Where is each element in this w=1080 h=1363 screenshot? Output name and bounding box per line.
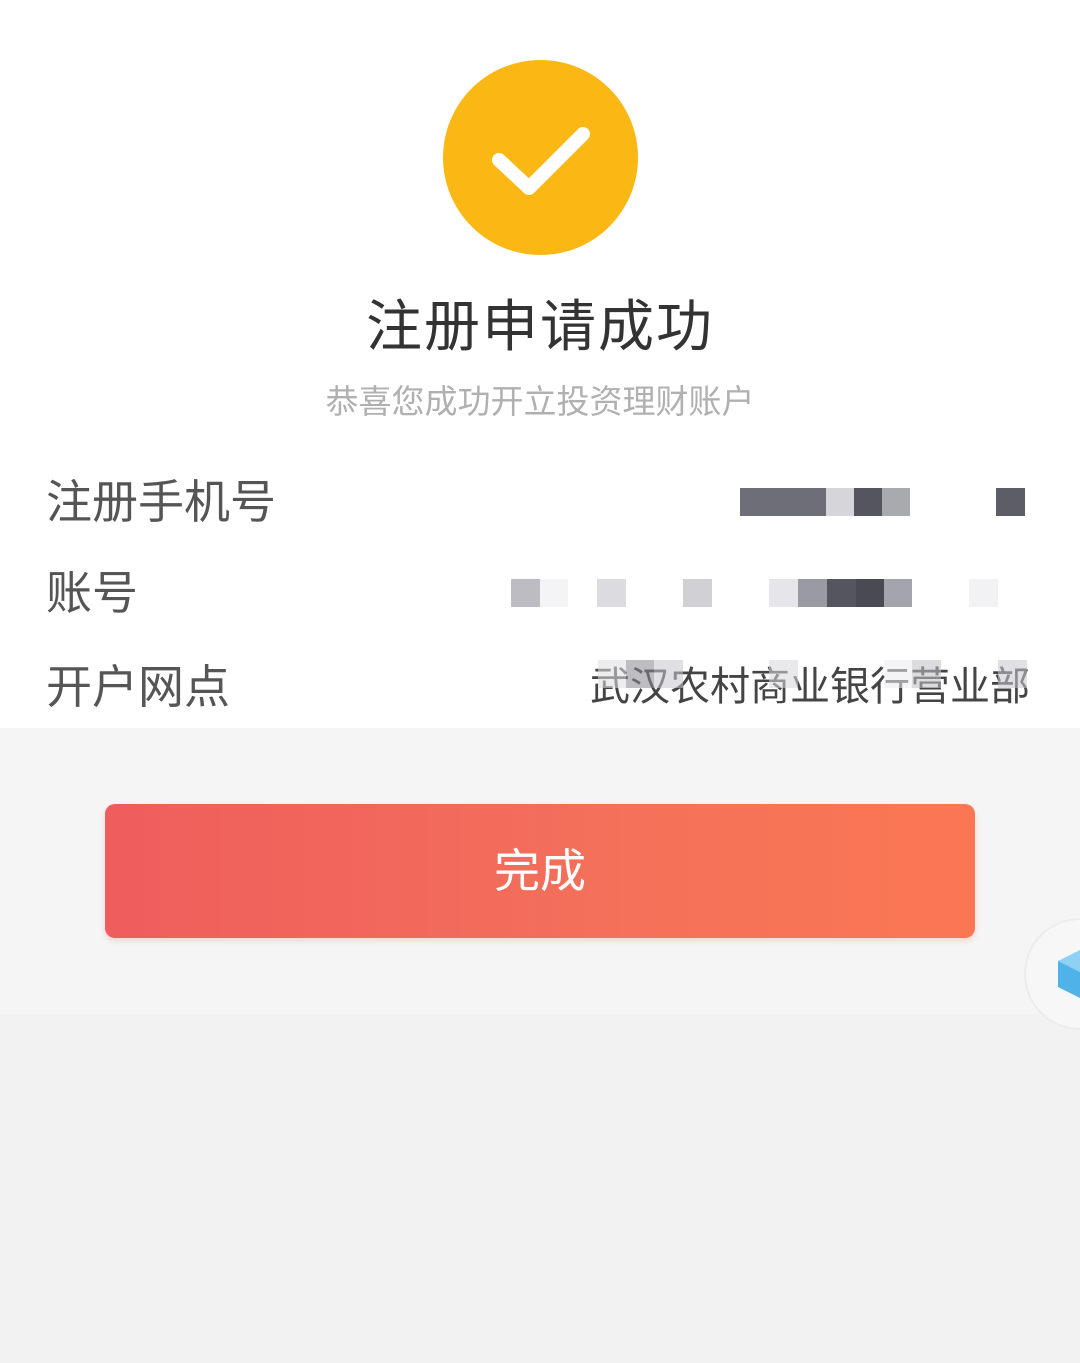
branch-label: 开户网点	[46, 660, 230, 714]
phone-label: 注册手机号	[46, 475, 276, 529]
page-subtitle: 恭喜您成功开立投资理财账户	[325, 382, 755, 421]
result-card: 注册申请成功 恭喜您成功开立投资理财账户 注册手机号 账号 开户网点 武汉农村商…	[0, 0, 1080, 728]
account-label: 账号	[46, 566, 138, 620]
info-row-phone: 注册手机号	[0, 467, 1080, 537]
info-row-account: 账号	[0, 558, 1080, 628]
branch-value-mask-overlay	[598, 660, 1027, 688]
info-row-branch: 开户网点 武汉农村商业银行营业部	[0, 652, 1080, 722]
page-title: 注册申请成功	[366, 295, 714, 360]
action-area: 完成	[0, 728, 1080, 1014]
done-button[interactable]: 完成	[105, 804, 975, 938]
phone-value-masked	[740, 488, 1025, 516]
checkmark-circle-icon	[443, 60, 638, 255]
cube-icon	[1058, 950, 1080, 998]
account-value-masked	[511, 579, 998, 607]
registration-success-page: 注册申请成功 恭喜您成功开立投资理财账户 注册手机号 账号 开户网点 武汉农村商…	[0, 0, 1080, 1363]
